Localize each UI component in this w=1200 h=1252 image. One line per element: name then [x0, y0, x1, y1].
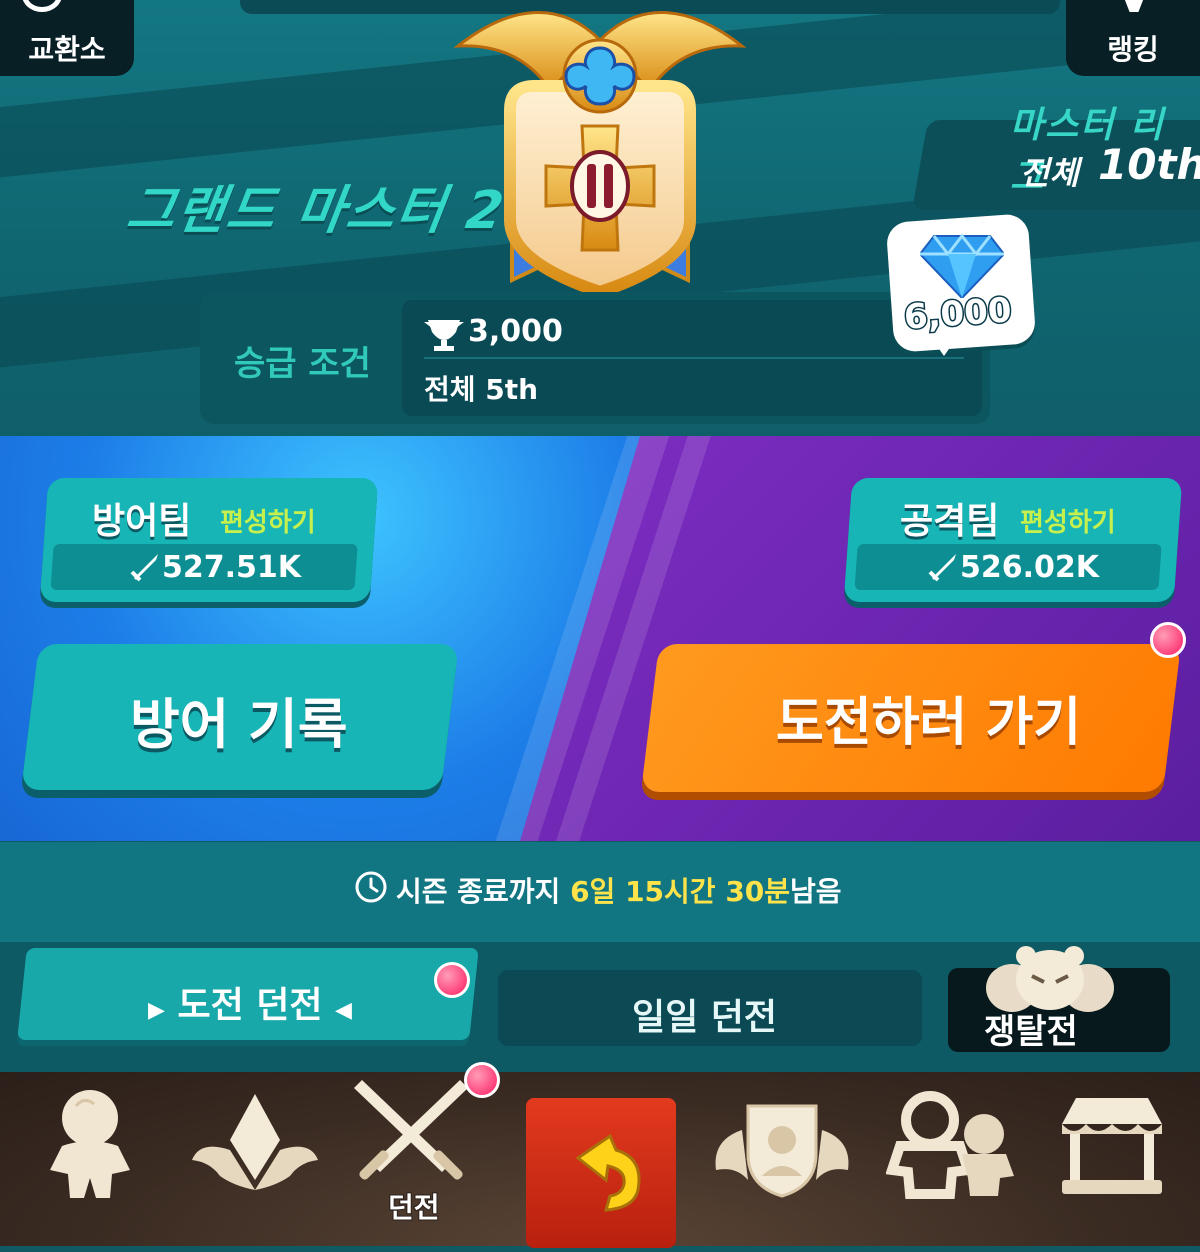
exchange-button[interactable]: 교환소 [0, 0, 134, 76]
season-suffix: 남음 [790, 875, 842, 908]
season-days: 6일 [570, 875, 616, 908]
league-rank-label: 전체 [1020, 154, 1079, 192]
trophy-requirement: 3,000 [468, 314, 563, 349]
nav-dungeon-label: 던전 [387, 1190, 441, 1225]
kingdom-cookies-icon[interactable] [886, 1090, 1020, 1200]
promotion-divider [424, 357, 964, 359]
exchange-icon [22, 0, 62, 12]
defense-log-label: 방어 기록 [130, 693, 348, 756]
sword-icon [928, 554, 956, 582]
season-minutes: 30분 [725, 875, 791, 908]
tab-challenge-dungeon-label: ▶ 도전 던전 ◀ [148, 976, 352, 1028]
defense-team-title: 방어팀 [92, 501, 192, 542]
clock-icon [355, 871, 387, 903]
shop-stall-icon[interactable] [1056, 1094, 1168, 1198]
diamond-crystal-icon [920, 233, 1004, 298]
trophy-icon [1120, 0, 1148, 12]
rank-requirement: 전체 5th [424, 373, 539, 406]
guild-shield-icon[interactable] [712, 1090, 852, 1200]
league-rank-value: 10th [1098, 140, 1200, 189]
reward-bubble-tail [930, 336, 958, 356]
attack-team-title: 공격팀 [900, 501, 1000, 542]
defense-team-edit-link[interactable]: 편성하기 [220, 502, 316, 539]
attack-team-power: 526.02K [960, 550, 1100, 585]
triangle-left-icon: ◀ [335, 998, 352, 1023]
season-hours: 15시간 [625, 875, 716, 908]
sword-icon [130, 554, 158, 582]
grand-master-shield-emblem [453, 11, 747, 299]
tab-daily-dungeon-label: 일일 던전 [632, 997, 778, 1038]
challenge-label: 도전하러 가기 [776, 693, 1082, 753]
treasure-wing-icon[interactable] [190, 1090, 320, 1200]
season-remaining-text: 시즌 종료까지 6일 15시간 30분남음 [396, 870, 842, 910]
exchange-label: 교환소 [28, 33, 106, 66]
return-arrow-icon [575, 1133, 641, 1212]
notification-dot [434, 962, 470, 998]
dungeon-swords-icon[interactable] [346, 1074, 476, 1186]
triangle-right-icon: ▶ [148, 998, 165, 1023]
cookie-icon[interactable] [40, 1086, 140, 1206]
attack-team-edit-link[interactable]: 편성하기 [1020, 502, 1116, 539]
return-button[interactable] [526, 1098, 676, 1248]
notification-dot [1150, 622, 1186, 658]
promotion-label: 승급 조건 [234, 344, 371, 384]
defense-team-power: 527.51K [162, 550, 302, 585]
ranking-button[interactable]: 랭킹 [1066, 0, 1200, 76]
season-prefix: 시즌 종료까지 [396, 875, 561, 908]
notification-dot [464, 1062, 500, 1098]
reward-value: 6,000 [901, 289, 1014, 339]
tab-challenge-text: 도전 던전 [177, 985, 323, 1026]
ranking-label: 랭킹 [1107, 33, 1159, 66]
trophy-icon [424, 320, 464, 351]
tab-conquest-label: 쟁탈전 [983, 1011, 1079, 1053]
